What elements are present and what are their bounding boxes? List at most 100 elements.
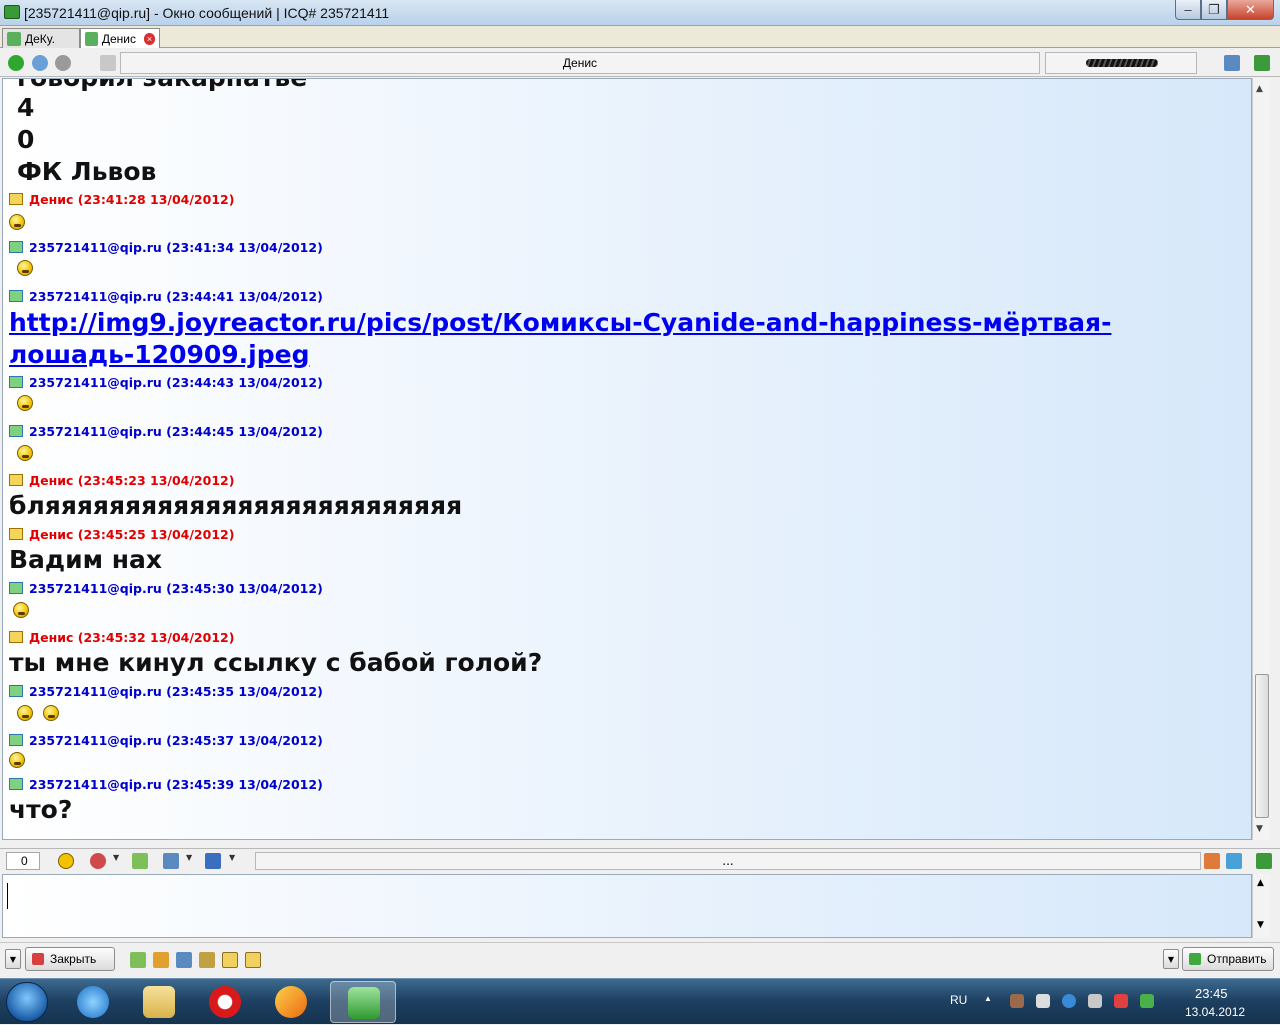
message-link[interactable]: http://img9.joyreactor.ru/pics/post/Коми…: [9, 308, 1111, 337]
tools-icon[interactable]: [199, 952, 215, 968]
tab-deku[interactable]: ДеКу.: [2, 28, 80, 48]
taskbar-app-qip[interactable]: [330, 981, 396, 1023]
contact-name-field: Денис: [120, 52, 1040, 74]
input-scrollbar[interactable]: ▲ ▼: [1252, 874, 1270, 938]
close-button[interactable]: Закрыть: [25, 947, 115, 971]
quick-phrases-icon[interactable]: [90, 853, 106, 869]
tab-label: ДеКу.: [25, 31, 55, 46]
language-indicator[interactable]: RU: [950, 993, 967, 1007]
scroll-down-icon[interactable]: ▼: [1257, 920, 1264, 930]
message-input[interactable]: [2, 874, 1252, 938]
contact-online-icon: [85, 31, 98, 46]
minimize-button[interactable]: –: [1175, 0, 1201, 20]
show-hidden-icons[interactable]: ▲: [984, 994, 994, 1008]
contact-icon: [9, 685, 23, 697]
message-text: Вадим нах: [9, 545, 163, 574]
contact-icon: [9, 425, 23, 437]
clock-time[interactable]: 23:45: [1195, 986, 1228, 1001]
smiley-icon: [17, 395, 33, 411]
contact-icon: [9, 193, 23, 205]
taskbar-app-opera[interactable]: [196, 981, 254, 1023]
contacts-icon[interactable]: [153, 952, 169, 968]
menu-dropdown-button[interactable]: ▼: [5, 949, 21, 969]
notes-icon[interactable]: [176, 952, 192, 968]
message-toolbar: 0 ▼ ▼ ▼ ...: [0, 848, 1280, 872]
contact-online-icon: [7, 31, 21, 46]
history-icon[interactable]: [1254, 55, 1270, 71]
save-icon[interactable]: [205, 853, 221, 869]
message-text: ФК Львов: [17, 157, 157, 186]
download-icon[interactable]: [100, 55, 116, 71]
send-button[interactable]: Отправить: [1182, 947, 1274, 971]
close-tab-icon[interactable]: ×: [143, 32, 155, 45]
window-title: [235721411@qip.ru] - Окно сообщений | IC…: [24, 5, 390, 21]
chevron-down-icon[interactable]: ▼: [113, 853, 123, 869]
contact-icon: [9, 631, 23, 643]
folder-icon: [143, 986, 175, 1018]
action-center-flag-icon[interactable]: [1036, 994, 1050, 1008]
chevron-down-icon[interactable]: ▼: [186, 853, 196, 869]
add-contact-icon[interactable]: [1256, 853, 1272, 869]
tray-app-icon[interactable]: [1010, 994, 1024, 1008]
scroll-up-icon[interactable]: ▲: [1256, 84, 1263, 94]
opera-icon: [209, 986, 241, 1018]
paw-icon[interactable]: [55, 55, 71, 71]
translit-icon[interactable]: [130, 952, 146, 968]
start-button[interactable]: [6, 982, 48, 1022]
taskbar-app-orange[interactable]: [262, 981, 320, 1023]
translit-icon[interactable]: [132, 853, 148, 869]
network-icon[interactable]: [1114, 994, 1128, 1008]
message-link[interactable]: лошадь-120909.jpeg: [9, 340, 309, 369]
windows-taskbar: RU ▲ 23:45 13.04.2012: [0, 978, 1280, 1024]
close-window-button[interactable]: ✕: [1227, 0, 1274, 20]
message-text: говорил закарпатье: [17, 79, 307, 92]
taskbar-app-ie[interactable]: [64, 981, 122, 1023]
smiley-icon: [9, 214, 25, 230]
message-text: 4: [17, 93, 35, 122]
enter-mode-icon[interactable]: [222, 952, 238, 968]
tab-denis[interactable]: Денис ×: [80, 28, 160, 48]
smiley-icon: [9, 752, 25, 768]
contact-icon: [9, 528, 23, 540]
volume-muted-icon[interactable]: [1088, 994, 1102, 1008]
clear-icon[interactable]: [1204, 853, 1220, 869]
message-header: 235721411@qip.ru (23:44:41 13/04/2012): [9, 289, 323, 304]
scroll-down-icon[interactable]: ▼: [1256, 824, 1263, 834]
taskbar-app-explorer[interactable]: [130, 981, 188, 1023]
message-header: 235721411@qip.ru (23:45:35 13/04/2012): [9, 684, 323, 699]
text-caret: [7, 883, 8, 909]
message-log[interactable]: говорил закарпатье 4 0 ФК Львов Денис (2…: [2, 78, 1252, 840]
smiley-picker-icon[interactable]: [58, 853, 74, 869]
split-icon[interactable]: [1226, 853, 1242, 869]
message-header: Денис (23:45:23 13/04/2012): [9, 473, 234, 488]
call-icon[interactable]: [8, 55, 24, 71]
scroll-up-icon[interactable]: ▲: [1257, 878, 1264, 888]
message-header: 235721411@qip.ru (23:41:34 13/04/2012): [9, 240, 323, 255]
chevron-down-icon[interactable]: ▼: [229, 853, 239, 869]
message-header: 235721411@qip.ru (23:44:45 13/04/2012): [9, 424, 323, 439]
contact-info-bar: Денис: [0, 49, 1280, 77]
contact-icon: [9, 290, 23, 302]
char-counter: 0: [6, 852, 40, 870]
user-info-icon[interactable]: [32, 55, 48, 71]
clock-date[interactable]: 13.04.2012: [1185, 1005, 1245, 1019]
title-bar[interactable]: [235721411@qip.ru] - Окно сообщений | IC…: [0, 0, 1280, 26]
message-header: Денис (23:41:28 13/04/2012): [9, 192, 234, 207]
smiley-icon: [43, 705, 59, 721]
message-header: 235721411@qip.ru (23:45:39 13/04/2012): [9, 777, 323, 792]
tray-power-icon[interactable]: [1062, 994, 1076, 1008]
message-text: ты мне кинул ссылку с бабой голой?: [9, 648, 543, 677]
contact-icon: [9, 474, 23, 486]
send-options-dropdown[interactable]: ▼: [1163, 949, 1179, 969]
smiley-icon: [13, 602, 29, 618]
qip-tray-icon[interactable]: [1140, 994, 1154, 1008]
contact-card-icon[interactable]: [1224, 55, 1240, 71]
qip-icon: [348, 987, 380, 1019]
contact-icon: [9, 778, 23, 790]
maximize-button[interactable]: ❐: [1201, 0, 1227, 20]
window-mode-icon[interactable]: [245, 952, 261, 968]
calendar-icon[interactable]: [163, 853, 179, 869]
scroll-thumb[interactable]: [1255, 674, 1269, 818]
tab-bar: ДеКу. Денис ×: [0, 26, 1280, 48]
message-log-scrollbar[interactable]: ▲ ▼: [1252, 78, 1270, 840]
